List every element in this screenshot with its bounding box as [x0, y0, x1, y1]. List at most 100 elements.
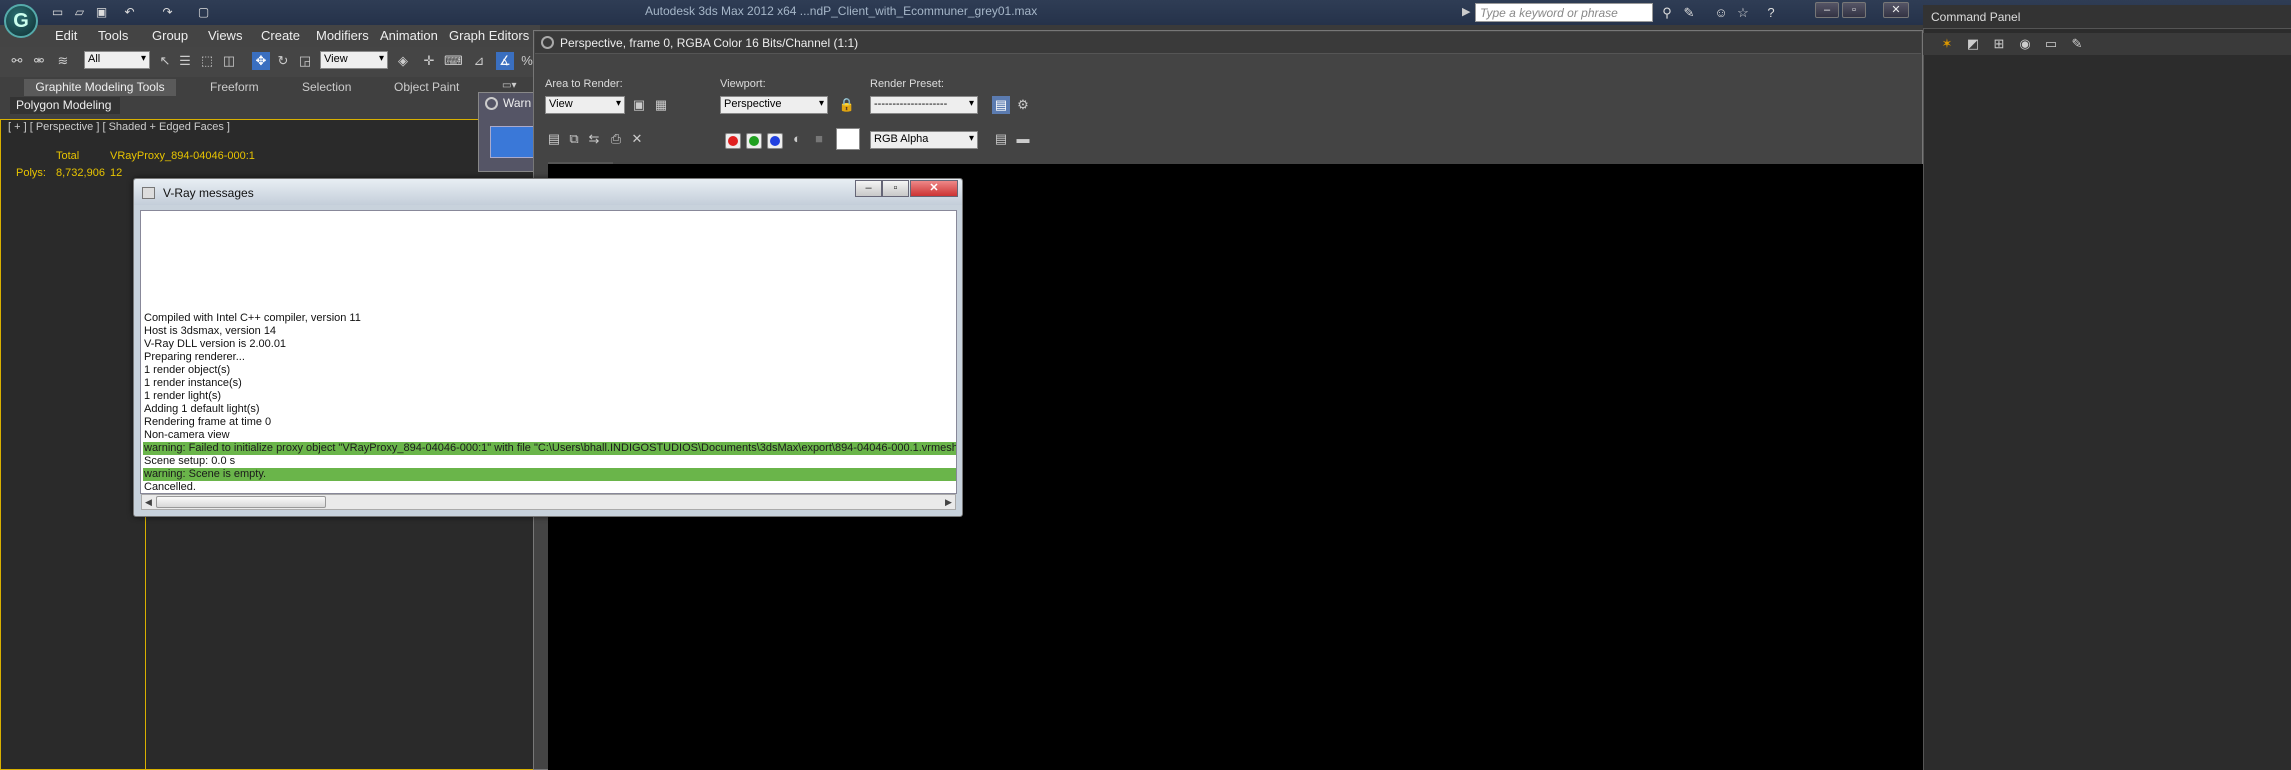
redo-icon[interactable]: ↷ [160, 5, 175, 19]
close-button[interactable]: ✕ [1883, 2, 1909, 18]
menu-group[interactable]: Group [152, 28, 188, 43]
modify-tab-icon[interactable]: ◩ [1964, 35, 1982, 53]
green-channel-toggle[interactable] [746, 133, 762, 149]
angle-snap-icon[interactable]: ∡ [496, 52, 514, 70]
menu-tools[interactable]: Tools [98, 28, 128, 43]
rotate-icon[interactable]: ↻ [274, 52, 292, 70]
environment-icon[interactable]: ⚙ [1014, 96, 1032, 114]
log-line: 1 render instance(s) [144, 377, 242, 389]
maximize-button[interactable]: ▫ [1842, 2, 1866, 18]
menu-graph-editors[interactable]: Graph Editors [449, 28, 529, 43]
link-icon[interactable]: ⚯ [8, 52, 26, 70]
snap-toggle-icon[interactable]: ⊿ [470, 52, 488, 70]
tab-selection[interactable]: Selection [302, 79, 351, 96]
monochrome-icon[interactable]: ■ [810, 130, 828, 148]
edit-region-icon[interactable]: ▣ [630, 96, 648, 114]
create-tab-icon[interactable]: ✶ [1938, 35, 1956, 53]
log-line-warning: warning: Scene is empty. [143, 468, 956, 481]
log-line: V-Ray DLL version is 2.00.01 [144, 338, 287, 350]
render-preset-dropdown[interactable]: -------------------- [870, 96, 978, 114]
blue-channel-icon [770, 136, 780, 146]
swatch-color[interactable] [836, 128, 860, 150]
unlink-icon[interactable]: ⚮ [30, 52, 48, 70]
star-icon[interactable]: ☆ [1734, 4, 1752, 21]
viewport-label-render: Viewport: [720, 78, 766, 90]
lock-icon[interactable]: 🔒 [838, 96, 856, 114]
clone-frame-icon[interactable]: ⇆ [585, 130, 603, 148]
vray-messages-titlebar[interactable] [134, 179, 962, 205]
blue-channel-toggle[interactable] [767, 133, 783, 149]
display-channel-dropdown[interactable]: RGB Alpha [870, 131, 978, 149]
bind-space-warp-icon[interactable]: ≋ [54, 52, 72, 70]
vray-window-icon [142, 187, 155, 199]
menu-edit[interactable]: Edit [55, 28, 77, 43]
save-image-icon[interactable]: ▤ [545, 130, 563, 148]
app-logo-glyph: G [13, 9, 29, 32]
toggle-ui-icon[interactable]: ▤ [992, 130, 1010, 148]
menu-animation[interactable]: Animation [380, 28, 438, 43]
search-input[interactable]: Type a keyword or phrase [1475, 3, 1653, 22]
window-crossing-icon[interactable]: ◫ [220, 52, 238, 70]
clear-icon[interactable]: ✕ [628, 130, 646, 148]
undo-icon[interactable]: ↶ [122, 5, 137, 19]
help-icon[interactable]: ? [1762, 4, 1780, 21]
project-folder-icon[interactable]: ▢ [196, 5, 211, 19]
utilities-tab-icon[interactable]: ✎ [2068, 35, 2086, 53]
move-icon[interactable]: ✥ [252, 52, 270, 70]
rectangular-selection-icon[interactable]: ⬚ [198, 52, 216, 70]
tab-graphite-modeling-tools[interactable]: Graphite Modeling Tools [24, 79, 176, 96]
viewport-label[interactable]: [ + ] [ Perspective ] [ Shaded + Edged F… [8, 121, 230, 133]
binoculars-icon[interactable]: ⚲ [1658, 4, 1676, 21]
ribbon-options-icon[interactable]: ▭▾ [502, 80, 516, 91]
menu-create[interactable]: Create [261, 28, 300, 43]
auto-region-icon[interactable]: ▦ [652, 96, 670, 114]
people-icon[interactable]: ☺ [1712, 4, 1730, 21]
red-channel-toggle[interactable] [725, 133, 741, 149]
render-setup-icon[interactable]: ▤ [992, 96, 1010, 114]
save-icon[interactable]: ▣ [94, 5, 109, 19]
new-file-icon[interactable]: ▭ [50, 5, 65, 19]
hierarchy-tab-icon[interactable]: ⊞ [1990, 35, 2008, 53]
vray-log-textbox[interactable]: Compiled with Intel C++ compiler, versio… [140, 210, 957, 494]
tab-freeform[interactable]: Freeform [210, 79, 259, 96]
display-tab-icon[interactable]: ▭ [2042, 35, 2060, 53]
menu-modifiers[interactable]: Modifiers [316, 28, 369, 43]
keyboard-shortcut-icon[interactable]: ⌨ [444, 52, 463, 70]
stats-object-name: VRayProxy_894-04046-000:1 [110, 150, 255, 162]
minimize-button[interactable]: – [1815, 2, 1839, 18]
select-manipulate-icon[interactable]: ✛ [420, 52, 438, 70]
selection-filter-dropdown[interactable]: All [84, 51, 150, 69]
toggle-overlay-icon[interactable]: ▬ [1014, 130, 1032, 148]
scale-icon[interactable]: ◲ [296, 52, 314, 70]
stats-polys-label: Polys: [16, 167, 46, 179]
vray-close-button[interactable]: ✕ [910, 180, 958, 197]
select-by-name-icon[interactable]: ☰ [176, 52, 194, 70]
scrollbar-thumb[interactable] [156, 496, 326, 508]
print-image-icon[interactable]: ⎙ [607, 130, 625, 148]
tools-icon[interactable]: ✎ [1680, 4, 1698, 21]
render-frame-icon [541, 36, 554, 49]
open-file-icon[interactable]: ▱ [72, 5, 87, 19]
motion-tab-icon[interactable]: ◉ [2016, 35, 2034, 53]
viewport-dropdown[interactable]: Perspective [720, 96, 828, 114]
vray-messages-title: V-Ray messages [163, 186, 254, 200]
area-to-render-dropdown[interactable]: View [545, 96, 625, 114]
scroll-right-icon[interactable]: ▶ [945, 497, 952, 508]
alpha-channel-icon[interactable]: ◐ [788, 130, 806, 148]
tab-object-paint[interactable]: Object Paint [394, 79, 459, 96]
menu-views[interactable]: Views [208, 28, 242, 43]
app-logo-icon[interactable]: G [4, 4, 38, 38]
vray-maximize-button[interactable]: ▫ [882, 180, 909, 197]
vray-minimize-button[interactable]: – [855, 180, 882, 197]
copy-image-icon[interactable]: ⧉ [565, 130, 583, 148]
pivot-center-icon[interactable]: ◈ [394, 52, 412, 70]
polygon-modeling-panel[interactable]: Polygon Modeling [10, 97, 120, 114]
scroll-left-icon[interactable]: ◀ [145, 497, 152, 508]
expand-icon[interactable]: ▶ [1462, 5, 1470, 18]
area-to-render-label: Area to Render: [545, 78, 623, 90]
red-channel-icon [728, 136, 738, 146]
reference-coord-dropdown[interactable]: View [320, 51, 388, 69]
stats-polys-object: 12 [110, 167, 123, 179]
select-object-icon[interactable]: ↖ [156, 52, 174, 70]
window-title: Autodesk 3ds Max 2012 x64 ...ndP_Client_… [645, 4, 1038, 18]
